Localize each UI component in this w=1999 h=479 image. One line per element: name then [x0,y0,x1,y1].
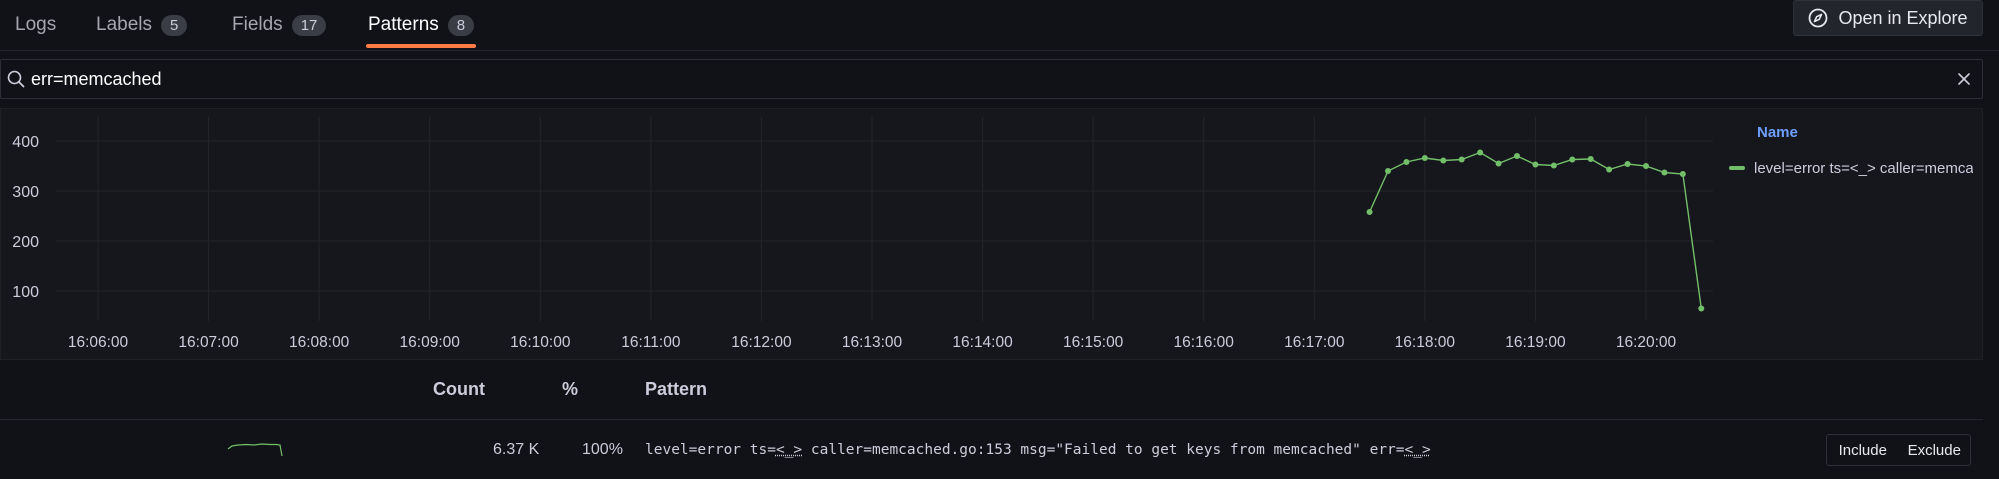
column-header-percent[interactable]: % [562,379,578,400]
x-tick-label: 16:06:00 [68,334,129,351]
tab-bar: Logs Labels 5 Fields 17 Patterns 8 [0,0,1999,51]
data-point [1403,159,1410,165]
tab-logs[interactable]: Logs [15,0,56,50]
data-point [1569,156,1576,163]
exclude-button[interactable]: Exclude [1899,442,1971,459]
data-point [1514,153,1520,159]
pattern-count: 6.37 K [493,441,540,458]
search-icon [7,70,25,88]
x-tick-label: 16:17:00 [1284,334,1345,351]
column-header-pattern[interactable]: Pattern [645,379,707,400]
x-tick-label: 16:14:00 [952,334,1013,351]
x-tick-label: 16:09:00 [400,334,461,351]
legend-swatch [1729,166,1745,170]
data-point [1624,161,1631,167]
tab-label: Logs [15,14,57,35]
include-button[interactable]: Include [1827,442,1899,459]
x-tick-label: 16:20:00 [1616,334,1677,351]
x-tick-label: 16:19:00 [1505,334,1566,351]
open-in-explore-button[interactable]: Open in Explore [1793,0,1983,36]
x-tick-label: 16:12:00 [731,334,792,351]
table-row: 6.37 K 100% level=error ts=<_> caller=me… [0,420,1983,479]
pattern-token[interactable]: <_> [1405,442,1431,458]
x-tick-label: 16:13:00 [842,334,903,351]
row-actions: Include Exclude [1826,434,1971,466]
y-tick-label: 100 [12,284,39,301]
tab-count-badge: 17 [291,14,327,36]
legend-title: Name [1757,124,1798,141]
data-point [1606,166,1613,173]
data-point [1587,156,1594,162]
tab-count-badge: 8 [447,14,475,36]
time-series-chart: 400 300 200 100 16:06:00 16:07:00 16:08:00 16:0… [12,117,1713,351]
legend-item[interactable]: level=error ts=<_> caller=memcached.go:1… [1729,157,1973,179]
y-tick-label: 200 [12,234,39,251]
open-in-explore-label: Open in Explore [1838,7,1968,28]
tab-fields[interactable]: Fields 17 [232,0,327,50]
legend-item-label: level=error ts=<_> caller=memcached.go:1… [1754,159,1973,177]
x-tick-label: 16:18:00 [1395,334,1456,351]
pattern-token[interactable]: <_> [776,442,802,458]
data-point [1421,155,1428,161]
tab-label: Labels [96,14,152,35]
data-point [1643,163,1649,169]
data-point [1385,168,1391,174]
data-point [1440,157,1447,164]
data-point [1366,209,1373,215]
data-point [1550,162,1557,169]
close-icon[interactable] [1956,71,1972,87]
data-point [1661,169,1668,176]
pattern-text: level=error ts=<_> caller=memcached.go:1… [645,442,1431,458]
active-tab-indicator [366,44,477,48]
data-point [1458,156,1465,163]
tab-patterns[interactable]: Patterns 8 [366,0,477,50]
chart-panel: 400 300 200 100 16:06:00 16:07:00 16:08:00 16:0… [0,108,1983,360]
data-point [1679,171,1686,177]
y-tick-label: 300 [12,184,39,201]
column-header-count[interactable]: Count [433,379,485,400]
search-bar [0,59,1983,99]
x-tick-label: 16:07:00 [178,334,239,351]
compass-icon [1809,8,1828,28]
x-tick-label: 16:16:00 [1174,334,1235,351]
data-point [1532,161,1539,168]
tab-labels[interactable]: Labels 5 [96,0,188,50]
y-tick-label: 400 [12,134,39,151]
pattern-segment: caller=memcached.go:153 msg="Failed to g… [802,442,1405,458]
tab-label: Fields [232,14,283,35]
patterns-table-header: Count % Pattern [0,361,1983,420]
pattern-percent: 100% [582,441,623,458]
data-point [1495,160,1502,167]
pattern-segment: level=error ts= [645,442,776,458]
x-tick-label: 16:11:00 [621,334,681,351]
data-point [1698,305,1705,312]
tab-count-badge: 5 [161,14,188,36]
data-point [1477,149,1484,156]
x-tick-label: 16:08:00 [289,334,350,351]
x-tick-label: 16:10:00 [510,334,571,351]
x-tick-label: 16:15:00 [1063,334,1124,351]
sparkline [227,443,283,457]
search-input[interactable] [31,60,1931,98]
tab-label: Patterns [368,14,439,35]
